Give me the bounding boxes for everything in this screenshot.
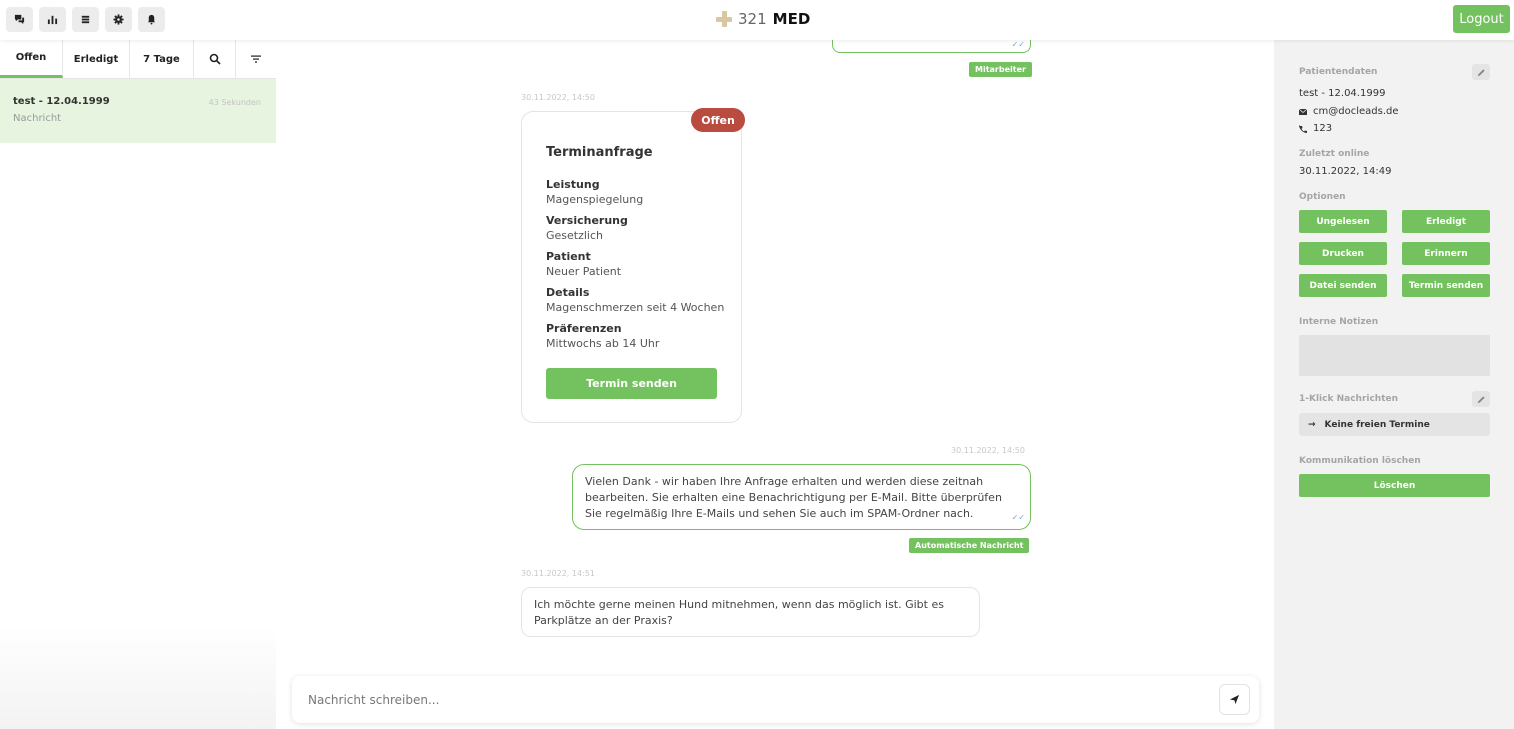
logout-button[interactable]: Logout bbox=[1453, 5, 1510, 33]
field-value: Magenschmerzen seit 4 Wochen bbox=[546, 301, 725, 314]
last-online-value: 30.11.2022, 14:49 bbox=[1299, 166, 1392, 177]
arrow-right-icon: → bbox=[1308, 419, 1316, 430]
patient-name: test - 12.04.1999 bbox=[1299, 88, 1385, 99]
appointment-request-card: Offen Terminanfrage Leistung Magenspiege… bbox=[521, 108, 745, 423]
field-versicherung: Versicherung Gesetzlich bbox=[546, 213, 736, 243]
remind-button[interactable]: Erinnern bbox=[1402, 242, 1490, 265]
send-icon bbox=[1229, 694, 1240, 705]
field-label: Leistung bbox=[546, 178, 600, 191]
tab-erledigt[interactable]: Erledigt bbox=[63, 40, 130, 78]
one-click-messages-label: 1-Klick Nachrichten bbox=[1299, 394, 1399, 404]
medical-cross-icon bbox=[716, 11, 732, 27]
read-check-icon: ✓✓ bbox=[1011, 40, 1025, 49]
field-patient: Patient Neuer Patient bbox=[546, 249, 736, 279]
one-click-message-item[interactable]: → Keine freien Termine bbox=[1299, 413, 1490, 436]
phone-icon bbox=[1299, 124, 1307, 133]
patient-data-label: Patientendaten bbox=[1299, 67, 1378, 77]
tab-offen[interactable]: Offen bbox=[0, 40, 63, 78]
field-value: Magenspiegelung bbox=[546, 193, 644, 206]
send-file-button[interactable]: Datei senden bbox=[1299, 274, 1387, 297]
field-label: Patient bbox=[546, 250, 591, 263]
brand-name: MED bbox=[772, 10, 811, 28]
patient-phone: 123 bbox=[1299, 123, 1332, 134]
auto-message-bubble: Vielen Dank - wir haben Ihre Anfrage erh… bbox=[572, 464, 1031, 530]
conversation-sidebar: Offen Erledigt 7 Tage test - 12.04.1999 … bbox=[0, 40, 276, 729]
read-check-icon: ✓✓ bbox=[1011, 513, 1025, 522]
list-icon[interactable] bbox=[72, 7, 99, 32]
stats-icon[interactable] bbox=[39, 7, 66, 32]
brand-number: 321 bbox=[738, 10, 767, 28]
send-button[interactable] bbox=[1219, 684, 1250, 715]
delete-button[interactable]: Löschen bbox=[1299, 474, 1490, 497]
bell-icon[interactable] bbox=[138, 7, 165, 32]
status-badge: Offen bbox=[691, 108, 745, 132]
search-icon bbox=[209, 53, 221, 65]
conversation-preview: Nachricht bbox=[13, 113, 62, 124]
tab-7-tage[interactable]: 7 Tage bbox=[130, 40, 194, 78]
internal-notes-label: Interne Notizen bbox=[1299, 317, 1379, 327]
conversation-item[interactable]: test - 12.04.1999 Nachricht 43 Sekunden bbox=[0, 79, 276, 143]
pencil-icon bbox=[1477, 395, 1485, 403]
card-title: Terminanfrage bbox=[546, 145, 653, 160]
sender-tag: Automatische Nachricht bbox=[909, 538, 1030, 553]
pencil-icon bbox=[1477, 68, 1485, 76]
chat-icon[interactable] bbox=[6, 7, 33, 32]
top-icon-group bbox=[6, 7, 165, 32]
send-appointment-button[interactable]: Termin senden bbox=[546, 368, 717, 399]
message-input[interactable] bbox=[308, 689, 1188, 711]
internal-notes-field[interactable] bbox=[1299, 335, 1490, 376]
done-button[interactable]: Erledigt bbox=[1402, 210, 1490, 233]
delete-communication-label: Kommunikation löschen bbox=[1299, 456, 1421, 466]
field-label: Details bbox=[546, 286, 590, 299]
message-timestamp: 30.11.2022, 14:51 bbox=[521, 569, 595, 578]
patient-message-bubble: Ich möchte gerne meinen Hund mitnehmen, … bbox=[521, 587, 980, 637]
card-fields: Leistung Magenspiegelung Versicherung Ge… bbox=[546, 177, 736, 357]
chat-area: ✓✓ Mitarbeiter 30.11.2022, 14:50 Offen T… bbox=[276, 34, 1274, 729]
unread-button[interactable]: Ungelesen bbox=[1299, 210, 1387, 233]
field-value: Mittwochs ab 14 Uhr bbox=[546, 337, 660, 350]
field-value: Neuer Patient bbox=[546, 265, 622, 278]
field-label: Versicherung bbox=[546, 214, 628, 227]
conversation-time: 43 Sekunden bbox=[208, 98, 261, 107]
field-praeferenzen: Präferenzen Mittwochs ab 14 Uhr bbox=[546, 321, 736, 351]
patient-phone-text: 123 bbox=[1313, 123, 1333, 134]
edit-patient-button[interactable] bbox=[1472, 64, 1490, 80]
one-click-message-text: Keine freien Termine bbox=[1324, 419, 1430, 430]
auto-message-text: Vielen Dank - wir haben Ihre Anfrage erh… bbox=[585, 475, 1002, 520]
message-timestamp: 30.11.2022, 14:50 bbox=[951, 446, 1025, 455]
field-label: Präferenzen bbox=[546, 322, 622, 335]
patient-panel: Patientendaten test - 12.04.1999 cm@docl… bbox=[1274, 40, 1514, 729]
field-leistung: Leistung Magenspiegelung bbox=[546, 177, 736, 207]
send-appointment-option-button[interactable]: Termin senden bbox=[1402, 274, 1490, 297]
filter-button[interactable] bbox=[236, 40, 276, 78]
patient-email-text: cm@docleads.de bbox=[1313, 106, 1399, 117]
message-timestamp: 30.11.2022, 14:50 bbox=[521, 93, 595, 102]
patient-name-text: test - 12.04.1999 bbox=[1299, 88, 1386, 99]
top-bar: 321 MED Logout bbox=[0, 0, 1514, 40]
brand-logo: 321 MED bbox=[716, 10, 810, 28]
sender-tag: Mitarbeiter bbox=[969, 62, 1032, 77]
patient-email: cm@docleads.de bbox=[1299, 106, 1399, 117]
envelope-icon bbox=[1299, 108, 1307, 115]
patient-message-text: Ich möchte gerne meinen Hund mitnehmen, … bbox=[534, 598, 944, 627]
options-label: Optionen bbox=[1299, 192, 1346, 202]
filter-tabs: Offen Erledigt 7 Tage bbox=[0, 40, 276, 79]
print-button[interactable]: Drucken bbox=[1299, 242, 1387, 265]
edit-one-click-button[interactable] bbox=[1472, 391, 1490, 407]
filter-icon bbox=[251, 55, 261, 63]
search-button[interactable] bbox=[194, 40, 236, 78]
gear-icon[interactable] bbox=[105, 7, 132, 32]
last-online-label: Zuletzt online bbox=[1299, 149, 1370, 159]
message-composer bbox=[292, 676, 1259, 723]
field-value: Gesetzlich bbox=[546, 229, 604, 242]
field-details: Details Magenschmerzen seit 4 Wochen bbox=[546, 285, 736, 315]
